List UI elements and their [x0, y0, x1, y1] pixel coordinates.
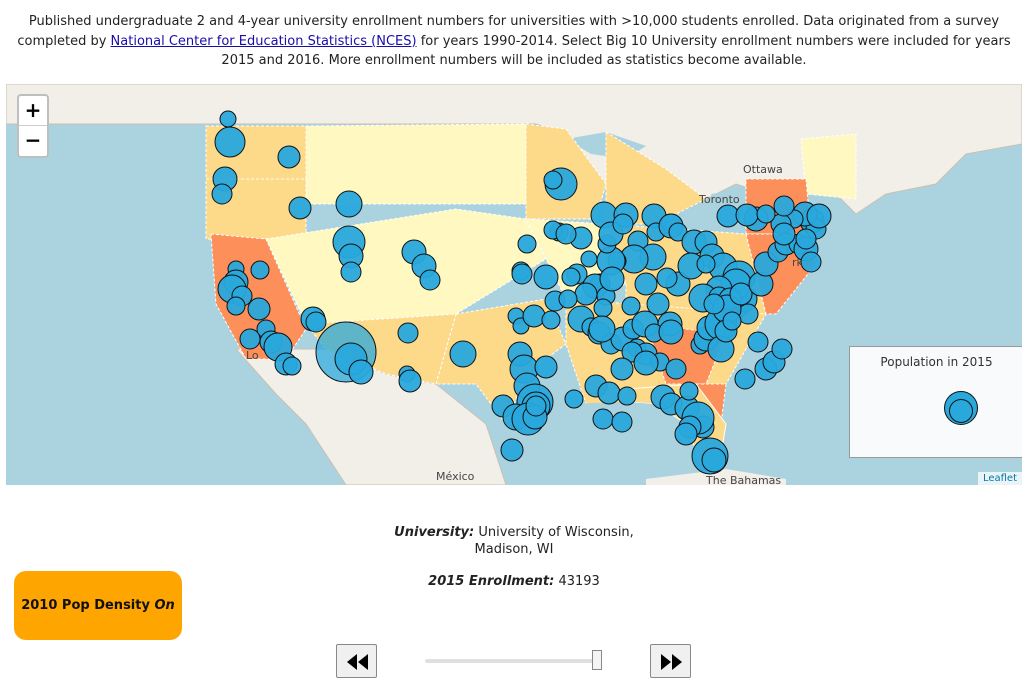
university-circle[interactable]: [756, 204, 776, 224]
university-circle[interactable]: [735, 203, 759, 227]
university-info: University: University of Wisconsin, Mad…: [360, 524, 668, 558]
university-circle[interactable]: [522, 304, 546, 328]
university-circle[interactable]: [800, 251, 822, 273]
university-circle[interactable]: [219, 110, 237, 128]
university-circle[interactable]: [558, 289, 578, 309]
university-circle[interactable]: [580, 250, 598, 268]
nces-link[interactable]: National Center for Education Statistics…: [111, 34, 417, 49]
university-circle[interactable]: [674, 422, 698, 446]
university-circle[interactable]: [282, 356, 302, 376]
university-circle[interactable]: [348, 359, 374, 385]
university-circle[interactable]: [543, 170, 563, 190]
enrollment-value: 43193: [558, 574, 600, 589]
university-circle[interactable]: [646, 292, 670, 316]
university-name-line2: Madison, WI: [474, 542, 554, 557]
enrollment-label: 2015 Enrollment:: [428, 574, 555, 589]
university-circle[interactable]: [226, 296, 246, 316]
university-circle[interactable]: [703, 293, 725, 315]
year-slider-track[interactable]: [425, 659, 600, 663]
university-circle[interactable]: [593, 298, 613, 318]
university-circle[interactable]: [288, 196, 312, 220]
university-circle[interactable]: [397, 322, 419, 344]
university-circle[interactable]: [561, 267, 581, 287]
population-legend: Population in 2015: [849, 346, 1022, 458]
step-forward-button[interactable]: [650, 644, 691, 678]
university-circle[interactable]: [610, 357, 634, 381]
enrollment-info: 2015 Enrollment: 43193: [360, 573, 668, 590]
university-name-line1: University of Wisconsin,: [478, 525, 634, 540]
legend-title: Population in 2015: [880, 355, 993, 369]
university-circle[interactable]: [658, 319, 684, 345]
university-circle[interactable]: [517, 234, 537, 254]
step-back-button[interactable]: [336, 644, 377, 678]
university-circle[interactable]: [511, 263, 533, 285]
zoom-in-button[interactable]: +: [19, 96, 47, 126]
university-circle[interactable]: [564, 389, 584, 409]
university-circle[interactable]: [247, 297, 271, 321]
university-circle[interactable]: [335, 190, 363, 218]
university-circle[interactable]: [574, 282, 598, 306]
zoom-out-button[interactable]: −: [19, 126, 47, 156]
university-circle[interactable]: [541, 310, 561, 330]
university-circle[interactable]: [795, 228, 817, 250]
rewind-icon: [347, 654, 368, 670]
university-circle[interactable]: [305, 311, 327, 333]
pop-density-toggle-text: 2010 Pop Density: [21, 598, 155, 613]
university-circle[interactable]: [419, 269, 441, 291]
fast-forward-icon: [661, 654, 682, 670]
label-toronto: Toronto: [698, 193, 740, 206]
label-mexico: México: [436, 470, 475, 483]
university-circle[interactable]: [729, 282, 753, 306]
year-slider-handle[interactable]: [591, 650, 602, 670]
university-circle[interactable]: [340, 261, 362, 283]
label-new-york: rk: [792, 256, 804, 269]
university-circle[interactable]: [634, 272, 658, 296]
university-circle[interactable]: [277, 145, 301, 169]
university-circle[interactable]: [534, 355, 558, 379]
university-circle[interactable]: [592, 408, 614, 430]
university-circle[interactable]: [449, 340, 477, 368]
university-circle[interactable]: [211, 183, 233, 205]
zoom-control: + −: [17, 94, 49, 158]
university-circle[interactable]: [239, 328, 261, 350]
leaflet-attribution[interactable]: Leaflet: [977, 472, 1022, 485]
university-circle[interactable]: [771, 338, 793, 360]
university-circle[interactable]: [555, 223, 577, 245]
label-los-angeles: Lo: [246, 349, 259, 362]
university-circle[interactable]: [665, 358, 687, 380]
university-circle[interactable]: [617, 386, 637, 406]
university-circle[interactable]: [525, 395, 547, 417]
university-circle[interactable]: [773, 195, 795, 217]
label-ottawa: Ottawa: [743, 163, 783, 176]
university-circle[interactable]: [621, 296, 641, 316]
university-circle[interactable]: [633, 350, 659, 376]
intro-text: Published undergraduate 2 and 4-year uni…: [8, 12, 1020, 71]
university-circle[interactable]: [747, 331, 769, 353]
university-circle[interactable]: [772, 222, 796, 246]
university-circle[interactable]: [701, 447, 727, 473]
university-circle[interactable]: [398, 369, 422, 393]
university-label: University:: [394, 525, 475, 540]
pop-density-toggle-button[interactable]: 2010 Pop Density On: [14, 571, 182, 640]
university-circle[interactable]: [588, 315, 616, 343]
legend-circle-small: [949, 399, 973, 423]
university-circle[interactable]: [597, 381, 621, 405]
university-circle[interactable]: [696, 254, 716, 274]
university-circle[interactable]: [734, 368, 756, 390]
university-circle[interactable]: [679, 381, 699, 401]
label-bahamas: The Bahamas: [705, 474, 781, 485]
university-circle[interactable]: [500, 438, 524, 462]
university-circle[interactable]: [533, 264, 559, 290]
university-circle[interactable]: [722, 311, 742, 331]
university-circle[interactable]: [250, 260, 270, 280]
university-circle[interactable]: [599, 266, 625, 292]
university-circle[interactable]: [612, 213, 634, 235]
pop-density-toggle-state: On: [154, 598, 175, 613]
university-circle[interactable]: [611, 411, 633, 433]
enrollment-map[interactable]: Ottawa Toronto México The Bahamas Lo rk …: [6, 84, 1022, 485]
university-circle[interactable]: [656, 267, 678, 289]
university-circle[interactable]: [214, 126, 246, 158]
university-circle[interactable]: [806, 203, 832, 229]
